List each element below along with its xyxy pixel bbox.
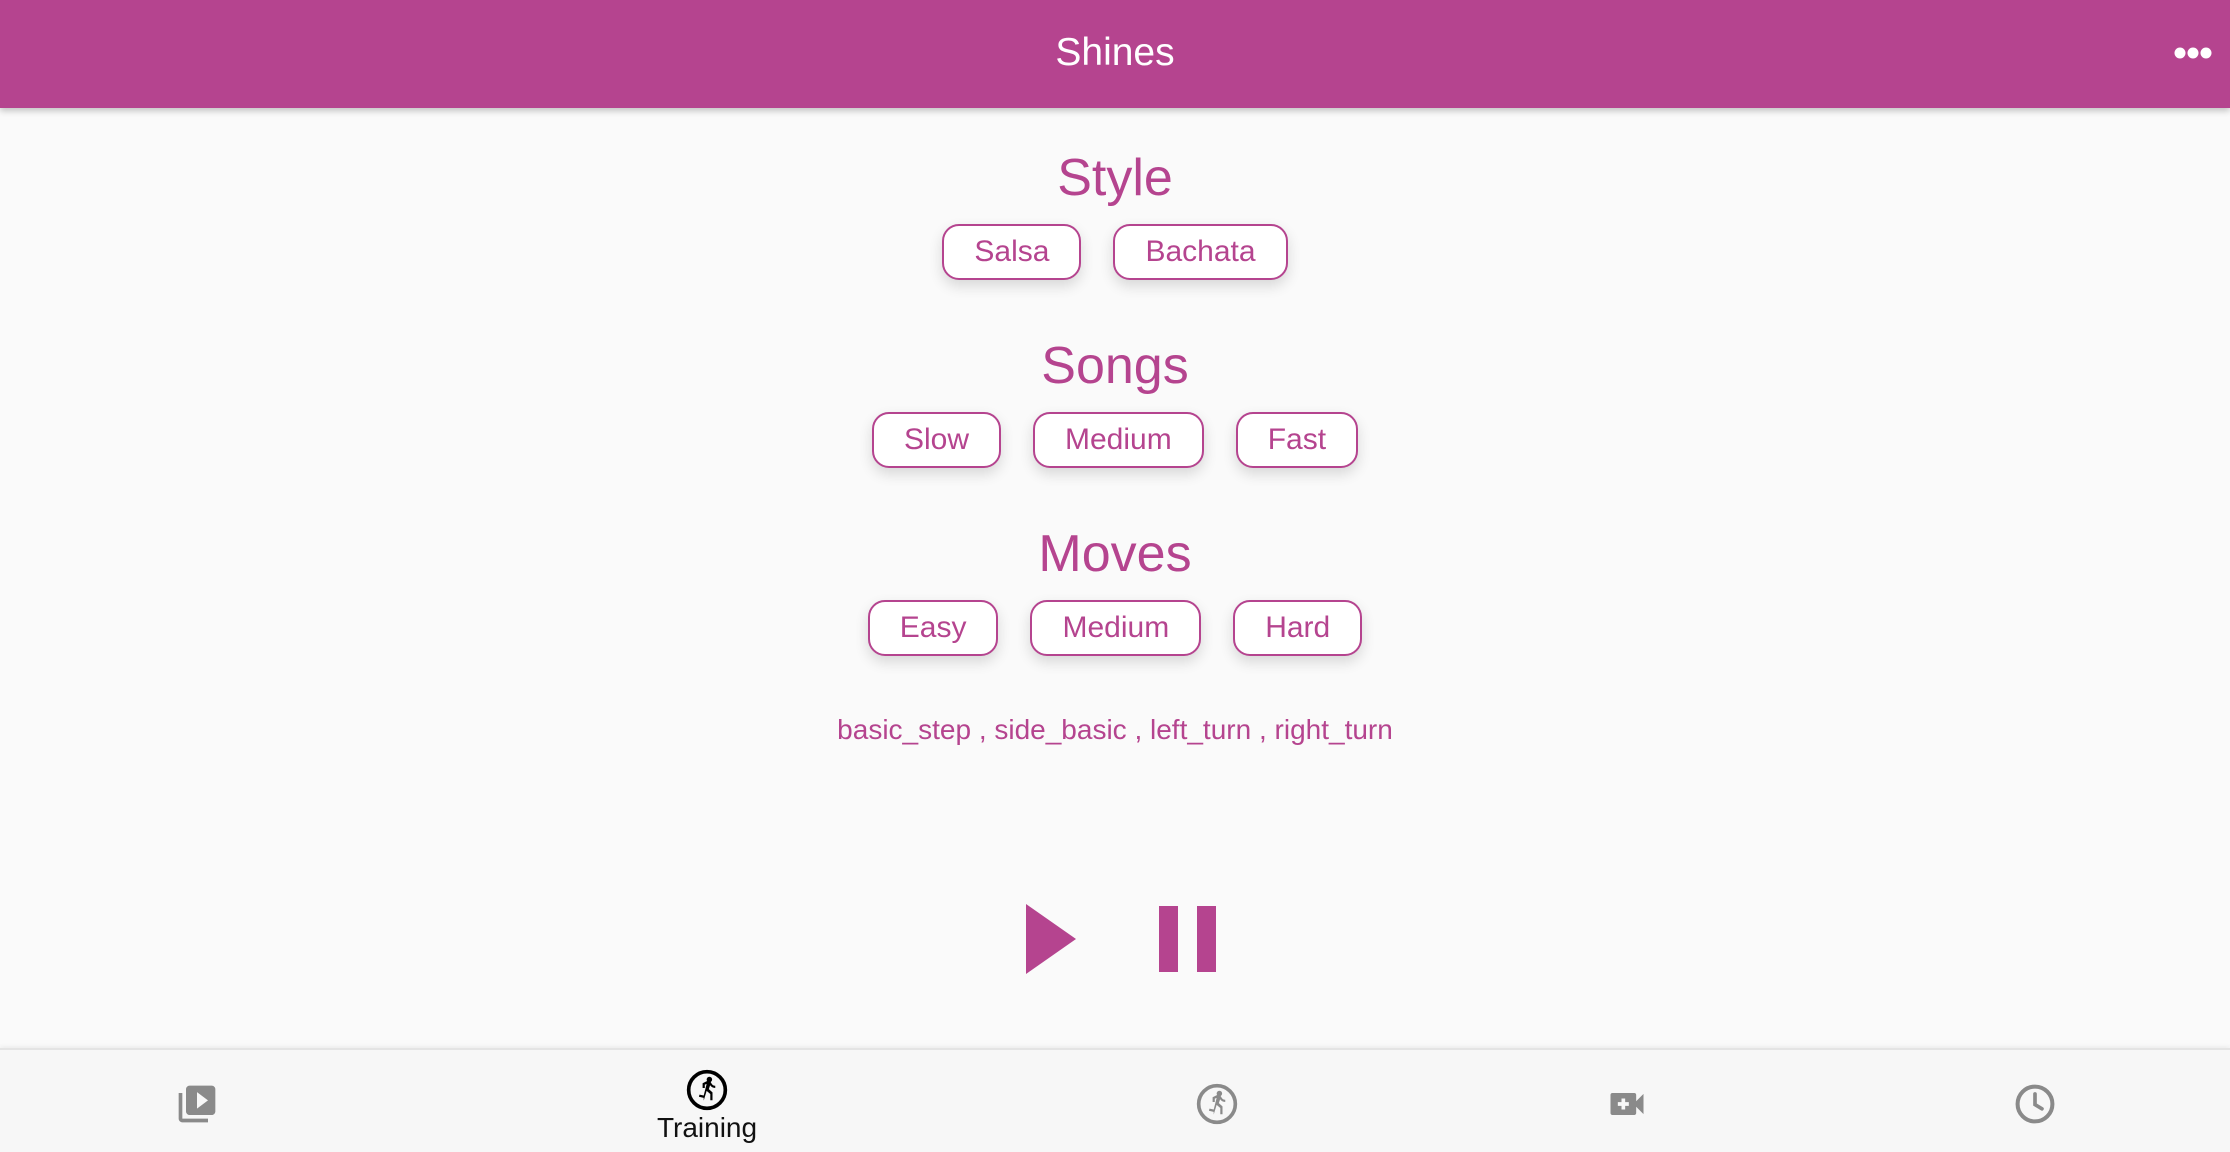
- player-controls: [0, 894, 2230, 984]
- style-chip-bachata[interactable]: Bachata: [1113, 224, 1288, 280]
- songs-section-title: Songs: [1041, 337, 1189, 395]
- run-circle-icon: [686, 1069, 728, 1111]
- style-options: Salsa Bachata: [0, 224, 2230, 280]
- more-horizontal-icon: [2174, 47, 2212, 59]
- nav-item-videos[interactable]: [97, 1050, 297, 1152]
- video-add-icon: [1610, 1093, 1644, 1115]
- style-section-title: Style: [1057, 149, 1173, 207]
- nav-item-training[interactable]: Training: [607, 1050, 807, 1152]
- songs-chip-fast[interactable]: Fast: [1235, 412, 1359, 468]
- nav-label-training: Training: [656, 1112, 758, 1143]
- bottom-navigation: Training: [0, 1048, 2230, 1152]
- app-title: Shines: [1055, 31, 1175, 74]
- moves-chip-easy[interactable]: Easy: [867, 600, 999, 656]
- nav-item-moves[interactable]: [1117, 1050, 1317, 1152]
- moves-section-title: Moves: [1038, 525, 1192, 583]
- play-button[interactable]: [1008, 894, 1088, 984]
- app-bar: Shines: [0, 0, 2230, 108]
- pause-icon: [1159, 906, 1216, 972]
- pause-button[interactable]: [1148, 894, 1228, 984]
- nav-item-history[interactable]: [1935, 1050, 2135, 1152]
- training-panel: Style Salsa Bachata Songs Slow Medium Fa…: [0, 108, 2230, 1048]
- clock-icon: [2015, 1084, 2055, 1124]
- songs-chip-medium[interactable]: Medium: [1032, 412, 1204, 468]
- moves-chip-medium[interactable]: Medium: [1030, 600, 1202, 656]
- play-icon: [1026, 904, 1076, 974]
- moves-chip-hard[interactable]: Hard: [1233, 600, 1363, 656]
- songs-options: Slow Medium Fast: [0, 412, 2230, 468]
- nav-item-record[interactable]: [1527, 1050, 1727, 1152]
- more-options-button[interactable]: [2168, 30, 2218, 76]
- video-library-icon: [178, 1085, 216, 1123]
- run-circle-icon: [1196, 1083, 1238, 1125]
- style-chip-salsa[interactable]: Salsa: [942, 224, 1082, 280]
- moves-list: basic_step , side_basic , left_turn , ri…: [837, 714, 1393, 745]
- moves-options: Easy Medium Hard: [0, 600, 2230, 656]
- songs-chip-slow[interactable]: Slow: [871, 412, 1001, 468]
